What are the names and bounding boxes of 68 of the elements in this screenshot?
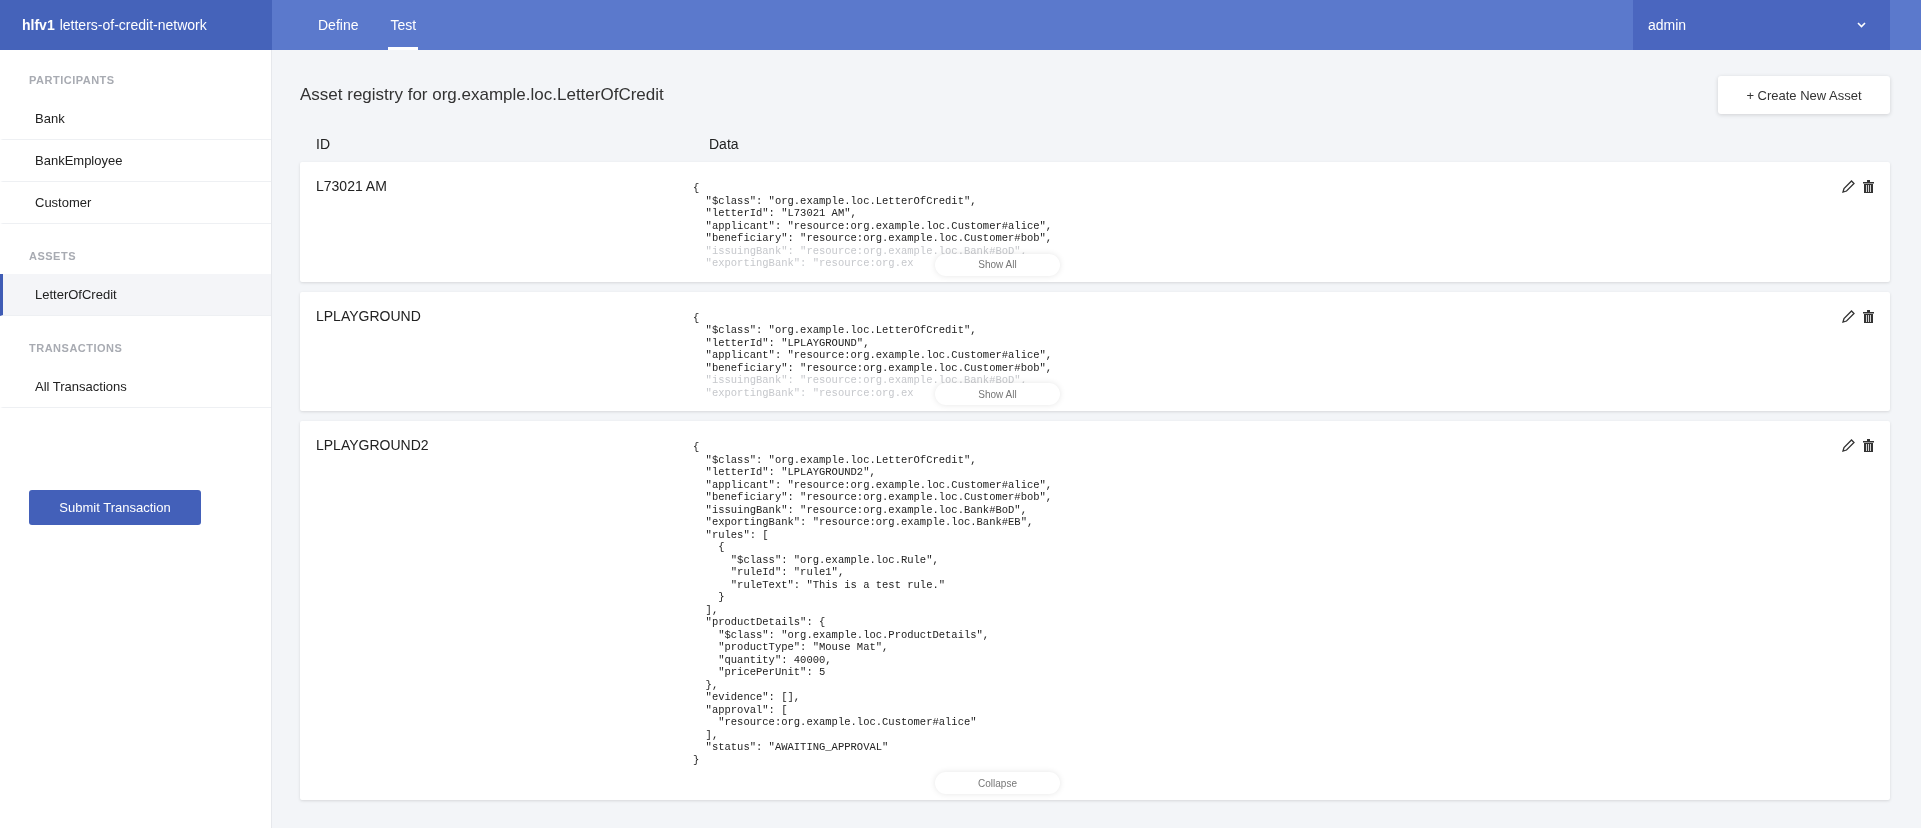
json-line: "$class": "org.example.loc.LetterOfCredit", bbox=[704, 194, 977, 207]
toggle-button[interactable]: Show All bbox=[935, 383, 1060, 405]
nav-tab[interactable]: Define bbox=[316, 0, 361, 50]
json-line: "beneficiary": "resource:org.example.loc.Customer#bob", bbox=[704, 232, 1053, 245]
column-header: Data bbox=[709, 136, 739, 152]
json-line: "rules": [ bbox=[704, 528, 769, 541]
json-line: "applicant": "resource:org.example.loc.Customer#alice", bbox=[704, 349, 1053, 362]
sidebar-item[interactable]: LetterOfCredit bbox=[0, 274, 271, 316]
json-line: "resource:org.example.loc.Customer#alice" bbox=[717, 716, 977, 729]
json-line: "$class": "org.example.loc.Rule", bbox=[729, 553, 939, 566]
json-line: { bbox=[693, 311, 700, 324]
json-line: { bbox=[717, 541, 725, 554]
json-line: }, bbox=[704, 678, 719, 691]
json-line: "$class": "org.example.loc.LetterOfCredit", bbox=[704, 453, 977, 466]
page-title: Asset registry for org.example.loc.LetterOfCredit bbox=[300, 85, 664, 105]
section-heading: PARTICIPANTS bbox=[28, 74, 116, 86]
json-line: ], bbox=[704, 728, 719, 741]
sidebar-item[interactable]: Bank bbox=[0, 98, 271, 140]
json-line: "letterId": "LPLAYGROUND", bbox=[704, 336, 870, 349]
json-line: "productType": "Mouse Mat", bbox=[717, 641, 889, 654]
json-line: "exportingBank": "resource:org.ex bbox=[704, 386, 914, 399]
sidebar-item[interactable]: Customer bbox=[0, 182, 271, 224]
submit-transaction-button[interactable]: Submit Transaction bbox=[29, 490, 201, 525]
trash-icon[interactable] bbox=[1863, 309, 1874, 323]
sidebar-item[interactable]: BankEmployee bbox=[0, 140, 271, 182]
json-line: "ruleId": "rule1", bbox=[729, 566, 845, 579]
json-line: "letterId": "LPLAYGROUND2", bbox=[704, 466, 876, 479]
toggle-button[interactable]: Show All bbox=[935, 253, 1060, 276]
app-brand: hlfv1 letters-of-credit-network bbox=[0, 0, 272, 50]
toggle-button[interactable]: Collapse bbox=[935, 772, 1060, 794]
create-asset-button[interactable]: + Create New Asset bbox=[1718, 76, 1890, 114]
sidebar-item[interactable]: All Transactions bbox=[0, 366, 271, 408]
json-line: "evidence": [], bbox=[704, 691, 801, 704]
json-line: "quantity": 40000, bbox=[717, 653, 832, 666]
pencil-icon[interactable] bbox=[1842, 439, 1855, 452]
pencil-icon[interactable] bbox=[1842, 309, 1855, 323]
asset-id: L73021 AM bbox=[316, 178, 387, 194]
json-line: "exportingBank": "resource:org.ex bbox=[704, 257, 914, 270]
json-line: "$class": "org.example.loc.LetterOfCredit", bbox=[704, 324, 977, 337]
column-header: ID bbox=[316, 136, 330, 152]
json-line: "applicant": "resource:org.example.loc.Customer#alice", bbox=[704, 478, 1053, 491]
pencil-icon[interactable] bbox=[1842, 180, 1855, 193]
json-line: "pricePerUnit": 5 bbox=[717, 666, 826, 679]
json-line: "issuingBank": "resource:org.example.loc.Bank#BoD", bbox=[704, 503, 1027, 516]
json-line: "productDetails": { bbox=[704, 616, 826, 629]
json-line: "approval": [ bbox=[704, 703, 788, 716]
trash-icon[interactable] bbox=[1863, 180, 1874, 193]
json-line: "beneficiary": "resource:org.example.loc.Customer#bob", bbox=[704, 361, 1053, 374]
section-heading: ASSETS bbox=[28, 250, 77, 262]
json-line: "ruleText": "This is a test rule." bbox=[729, 578, 946, 591]
json-line: } bbox=[717, 591, 725, 604]
json-line: { bbox=[693, 182, 700, 195]
trash-icon[interactable] bbox=[1863, 439, 1874, 452]
nav-tab[interactable]: Test bbox=[388, 0, 419, 50]
json-line: "$class": "org.example.loc.ProductDetails", bbox=[717, 628, 990, 641]
json-line: "exportingBank": "resource:org.example.loc.Bank#EB", bbox=[704, 516, 1034, 529]
json-line: "letterId": "L73021 AM", bbox=[704, 207, 857, 220]
asset-id: LPLAYGROUND bbox=[316, 307, 421, 324]
chevron-icon bbox=[1857, 22, 1866, 28]
json-line: { bbox=[693, 441, 700, 454]
user-menu[interactable]: admin bbox=[1633, 0, 1890, 50]
json-line: "beneficiary": "resource:org.example.loc.Customer#bob", bbox=[704, 491, 1053, 504]
section-heading: TRANSACTIONS bbox=[28, 342, 124, 354]
json-line: "applicant": "resource:org.example.loc.Customer#alice", bbox=[704, 219, 1053, 232]
json-line: "status": "AWAITING_APPROVAL" bbox=[704, 741, 889, 754]
json-line: } bbox=[693, 753, 700, 766]
json-line: ], bbox=[704, 603, 719, 616]
asset-id: LPLAYGROUND2 bbox=[316, 437, 429, 453]
